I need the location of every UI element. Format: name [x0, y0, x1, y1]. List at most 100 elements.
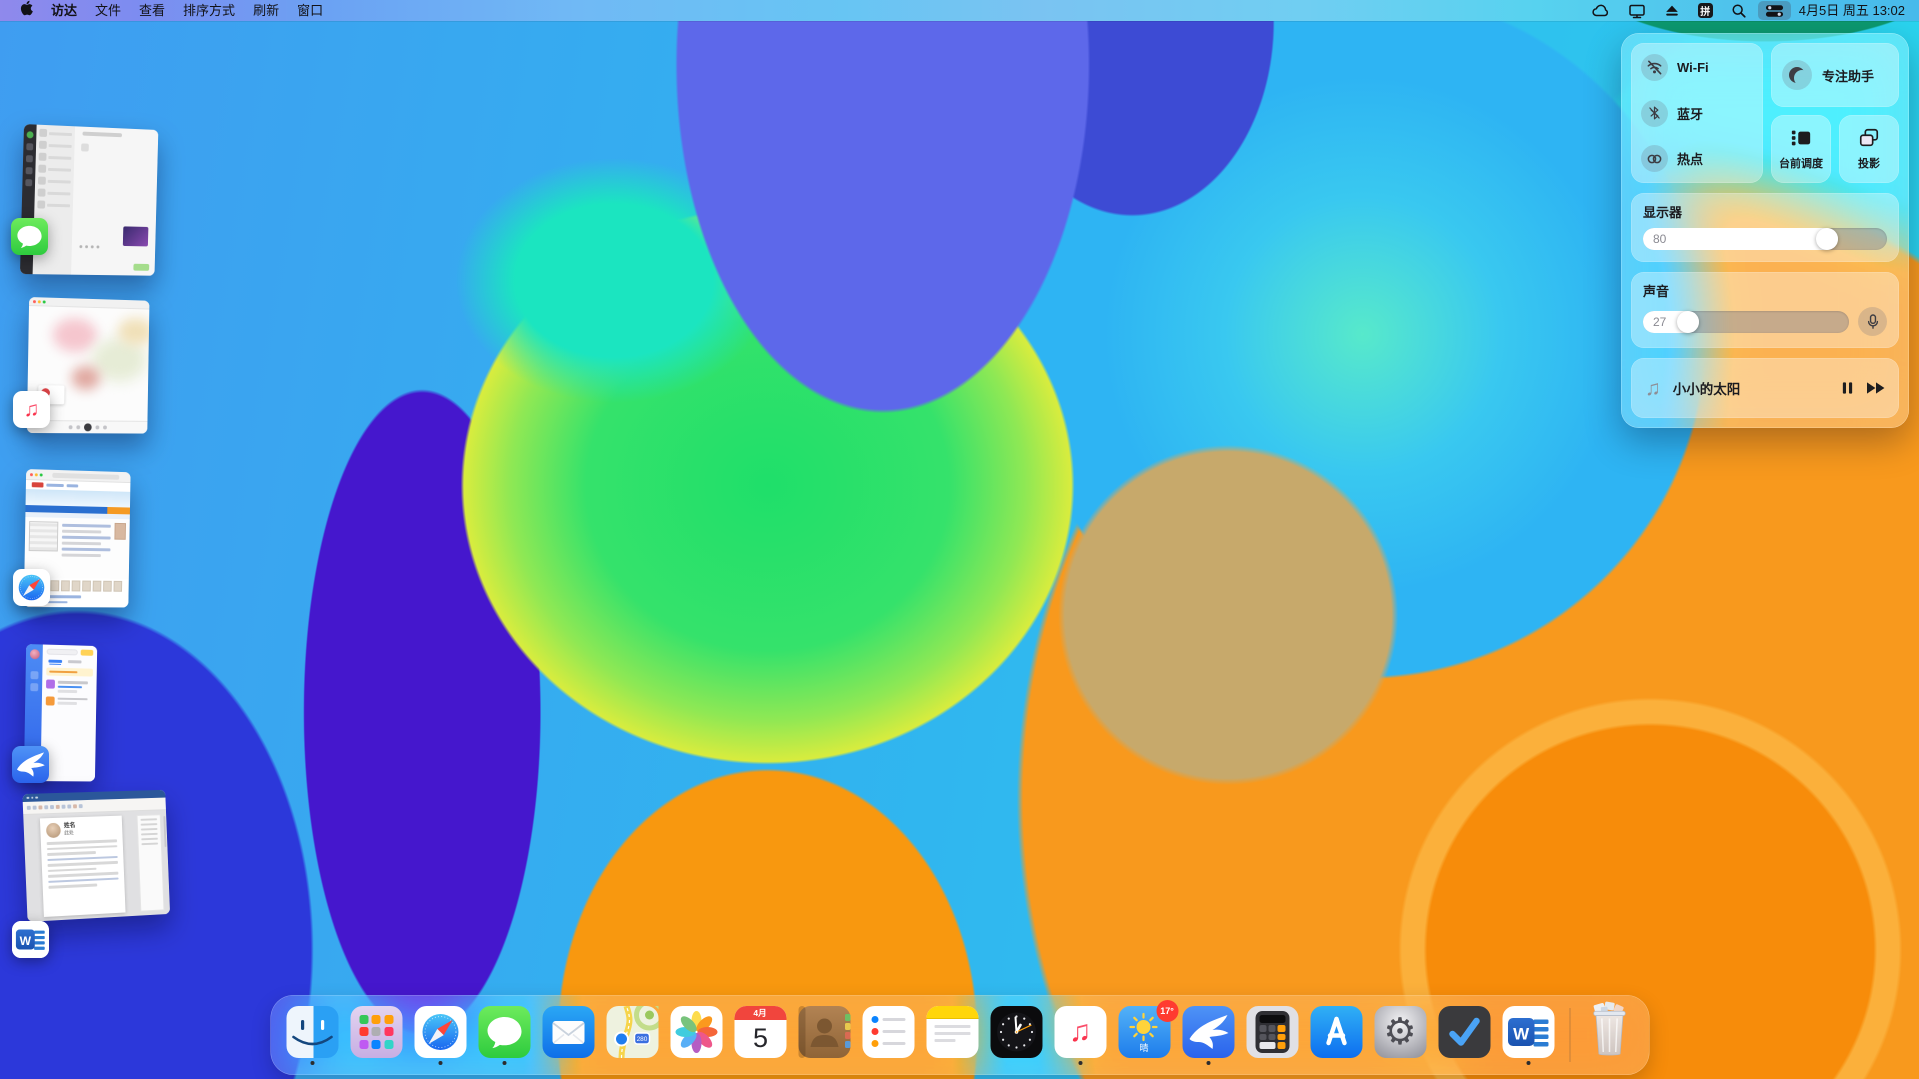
trash-full-icon	[1586, 1000, 1632, 1063]
dock-calculator[interactable]	[1246, 1006, 1298, 1065]
window-preview-music[interactable]: ♫	[28, 297, 154, 433]
menu-bar-clock[interactable]: 4月5日 周五 13:02	[1795, 0, 1909, 21]
dock-launchpad[interactable]	[350, 1006, 402, 1065]
hotspot-link-icon	[1641, 145, 1668, 172]
resume-photo	[46, 823, 61, 838]
todo-check-icon	[1438, 1006, 1490, 1058]
weather-icon: 晴 17°	[1118, 1006, 1170, 1058]
screen-mirroring-icon	[1857, 127, 1881, 149]
microphone-button[interactable]	[1858, 307, 1887, 336]
menu-window[interactable]: 窗口	[288, 0, 332, 21]
stage-manager-tile[interactable]: 台前调度	[1771, 115, 1831, 183]
running-indicator	[1526, 1061, 1530, 1065]
dock-clock[interactable]	[990, 1006, 1042, 1065]
running-indicator	[310, 1061, 314, 1065]
dock-messages[interactable]	[478, 1006, 530, 1065]
apple-icon	[19, 0, 33, 16]
svg-text:W: W	[20, 934, 32, 948]
svg-text:W: W	[1513, 1024, 1530, 1043]
eject-icon[interactable]	[1657, 1, 1687, 20]
bluetooth-label: 蓝牙	[1677, 104, 1703, 123]
display-icon[interactable]	[1621, 1, 1653, 20]
pinyin-badge: 拼	[1698, 3, 1713, 18]
app-store-icon	[1310, 1006, 1362, 1058]
menu-sort[interactable]: 排序方式	[174, 0, 244, 21]
dock-calendar[interactable]: 4月 5	[734, 1006, 786, 1065]
calendar-day: 5	[734, 1020, 786, 1058]
dock-todo[interactable]	[1438, 1006, 1490, 1065]
search-icon[interactable]	[1724, 1, 1754, 20]
window-preview-wechat[interactable]	[22, 124, 164, 274]
focus-toggle[interactable]: 专注助手	[1771, 43, 1899, 107]
sound-volume-slider[interactable]: 27	[1643, 311, 1849, 333]
apple-menu[interactable]	[10, 0, 42, 22]
dock-reminders[interactable]	[862, 1006, 914, 1065]
play-control	[84, 423, 92, 431]
word-icon: W	[1502, 1006, 1554, 1058]
control-center-panel: Wi-Fi 蓝牙 热点 专注助手	[1621, 33, 1909, 428]
contacts-icon	[798, 1006, 850, 1058]
dock-word[interactable]: W	[1502, 1006, 1554, 1065]
thunder-badge-icon	[12, 746, 49, 783]
running-indicator	[1206, 1061, 1210, 1065]
input-method-icon[interactable]: 拼	[1691, 1, 1720, 20]
menu-bar: 访达 文件 查看 排序方式 刷新 窗口 拼	[0, 0, 1919, 21]
menu-refresh[interactable]: 刷新	[244, 0, 288, 21]
display-slider-knob[interactable]	[1816, 228, 1838, 250]
dock-divider	[1569, 1008, 1570, 1062]
thunder-icon	[1182, 1006, 1234, 1058]
running-indicator	[502, 1061, 506, 1065]
messages-icon	[478, 1006, 530, 1058]
dock-thunder[interactable]	[1182, 1006, 1234, 1065]
dock-app-store[interactable]	[1310, 1006, 1362, 1065]
wifi-toggle[interactable]: Wi-Fi	[1641, 54, 1753, 81]
temperature-badge: 17°	[1156, 1000, 1178, 1022]
word-badge-icon: W	[12, 921, 49, 958]
screen-mirroring-tile[interactable]: 投影	[1839, 115, 1899, 183]
hotspot-toggle[interactable]: 热点	[1641, 145, 1753, 172]
pause-button[interactable]	[1841, 381, 1854, 395]
dock-finder[interactable]	[286, 1006, 338, 1065]
dock-mail[interactable]	[542, 1006, 594, 1065]
running-indicator	[438, 1061, 442, 1065]
launchpad-icon	[350, 1006, 402, 1058]
stage-manager-icon	[1789, 127, 1813, 149]
control-center-icon[interactable]	[1758, 1, 1791, 20]
messages-badge-icon	[11, 218, 48, 255]
cloud-icon[interactable]	[1585, 1, 1617, 20]
window-preview-thunder[interactable]	[25, 644, 98, 781]
dock-photos[interactable]	[670, 1006, 722, 1065]
fast-forward-button[interactable]	[1867, 382, 1885, 394]
calculator-icon	[1246, 1006, 1298, 1058]
dock-notes[interactable]	[926, 1006, 978, 1065]
display-card: 显示器 80	[1631, 193, 1899, 262]
focus-label: 专注助手	[1822, 66, 1874, 85]
dock-maps[interactable]: 280	[606, 1006, 658, 1065]
display-label: 显示器	[1643, 202, 1887, 221]
music-note-icon: ♫	[1645, 378, 1661, 399]
bluetooth-off-icon	[1641, 100, 1668, 127]
music-badge-icon: ♫	[13, 391, 50, 428]
dock-weather[interactable]: 晴 17°	[1118, 1006, 1170, 1065]
dock-music[interactable]: ♫	[1054, 1006, 1106, 1065]
music-icon: ♫	[1054, 1006, 1106, 1058]
menu-bar-left: 访达 文件 查看 排序方式 刷新 窗口	[10, 0, 332, 22]
svg-text:280: 280	[636, 1036, 647, 1043]
window-preview-word[interactable]: 姓名 此处 W	[25, 794, 176, 922]
app-menu-finder[interactable]: 访达	[42, 0, 86, 21]
now-playing-title: 小小的太阳	[1673, 378, 1829, 398]
sound-slider-knob[interactable]	[1677, 311, 1699, 333]
sound-volume-value: 27	[1653, 315, 1666, 329]
dock-safari[interactable]	[414, 1006, 466, 1065]
dock-contacts[interactable]	[798, 1006, 850, 1065]
window-preview-safari[interactable]	[25, 469, 134, 607]
desktop: 访达 文件 查看 排序方式 刷新 窗口 拼	[0, 0, 1919, 1079]
dock-settings[interactable]: ⚙	[1374, 1006, 1426, 1065]
bluetooth-toggle[interactable]: 蓝牙	[1641, 100, 1753, 127]
wifi-off-icon	[1641, 54, 1668, 81]
display-brightness-slider[interactable]: 80	[1643, 228, 1887, 250]
finder-icon	[286, 1006, 338, 1058]
dock-trash[interactable]	[1585, 1000, 1633, 1070]
menu-file[interactable]: 文件	[86, 0, 130, 21]
menu-view[interactable]: 查看	[130, 0, 174, 21]
